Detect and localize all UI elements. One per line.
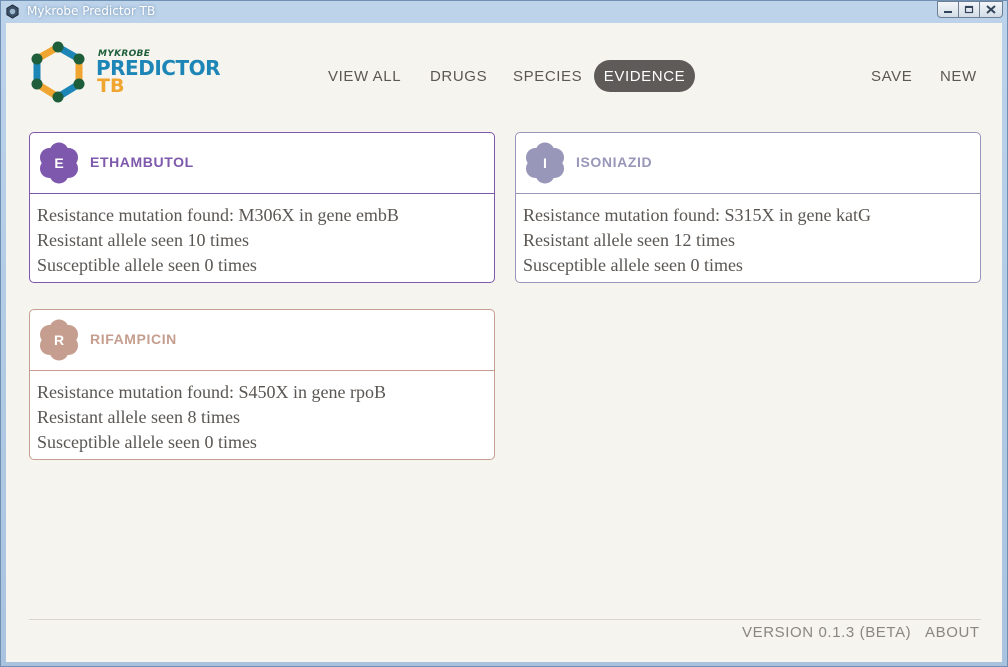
evidence-text: Resistance mutation found: M306X in gene… xyxy=(30,194,494,278)
title-bar[interactable]: Mykrobe Predictor TB xyxy=(1,1,1007,23)
mutation-line: Resistance mutation found: M306X in gene… xyxy=(37,205,399,225)
new-button[interactable]: NEW xyxy=(929,60,988,92)
nav-drugs[interactable]: DRUGS xyxy=(419,60,498,92)
drug-name: ETHAMBUTOL xyxy=(90,154,194,170)
save-button[interactable]: SAVE xyxy=(860,60,923,92)
main-content: MYKROBE PREDICTOR TB VIEW ALL DRUGS SPEC… xyxy=(6,23,1002,662)
close-icon xyxy=(986,5,996,14)
evidence-text: Resistance mutation found: S315X in gene… xyxy=(516,194,980,278)
susceptible-line: Susceptible allele seen 0 times xyxy=(523,255,743,275)
drug-flower-icon: E xyxy=(39,142,79,184)
close-button[interactable] xyxy=(979,1,1003,18)
susceptible-line: Susceptible allele seen 0 times xyxy=(37,255,257,275)
app-window: Mykrobe Predictor TB MYKROBE PREDICTOR T… xyxy=(0,0,1008,667)
minimize-button[interactable] xyxy=(937,1,959,18)
drug-letter: E xyxy=(54,155,63,171)
mykrobe-app-icon xyxy=(6,4,19,19)
nav-evidence[interactable]: EVIDENCE xyxy=(594,60,695,92)
about-link[interactable]: ABOUT xyxy=(925,624,980,641)
minimize-icon xyxy=(944,10,952,13)
card-header: I ISONIAZID xyxy=(516,133,980,194)
resistant-line: Resistant allele seen 12 times xyxy=(523,230,735,250)
drug-name: ISONIAZID xyxy=(576,154,653,170)
footer-divider xyxy=(29,619,981,620)
drug-card-ethambutol: E ETHAMBUTOL Resistance mutation found: … xyxy=(29,132,495,283)
drug-flower-icon: I xyxy=(525,142,565,184)
drug-letter: I xyxy=(543,155,547,171)
window-title: Mykrobe Predictor TB xyxy=(27,4,156,18)
drug-flower-icon: R xyxy=(39,319,79,361)
drug-card-rifampicin: R RIFAMPICIN Resistance mutation found: … xyxy=(29,309,495,460)
card-header: E ETHAMBUTOL xyxy=(30,133,494,194)
evidence-text: Resistance mutation found: S450X in gene… xyxy=(30,371,494,455)
nav-view-all[interactable]: VIEW ALL xyxy=(317,60,412,92)
resistant-line: Resistant allele seen 8 times xyxy=(37,407,240,427)
mykrobe-logo-icon xyxy=(31,41,85,103)
version-label: VERSION 0.1.3 (BETA) xyxy=(742,624,912,641)
nav-species[interactable]: SPECIES xyxy=(502,60,593,92)
maximize-button[interactable] xyxy=(958,1,980,18)
resistant-line: Resistant allele seen 10 times xyxy=(37,230,249,250)
maximize-icon xyxy=(964,5,974,14)
card-header: R RIFAMPICIN xyxy=(30,310,494,371)
susceptible-line: Susceptible allele seen 0 times xyxy=(37,432,257,452)
brand-tb: TB xyxy=(97,75,125,97)
mutation-line: Resistance mutation found: S315X in gene… xyxy=(523,205,871,225)
mutation-line: Resistance mutation found: S450X in gene… xyxy=(37,382,386,402)
drug-name: RIFAMPICIN xyxy=(90,331,177,347)
drug-card-isoniazid: I ISONIAZID Resistance mutation found: S… xyxy=(515,132,981,283)
drug-letter: R xyxy=(54,332,64,348)
